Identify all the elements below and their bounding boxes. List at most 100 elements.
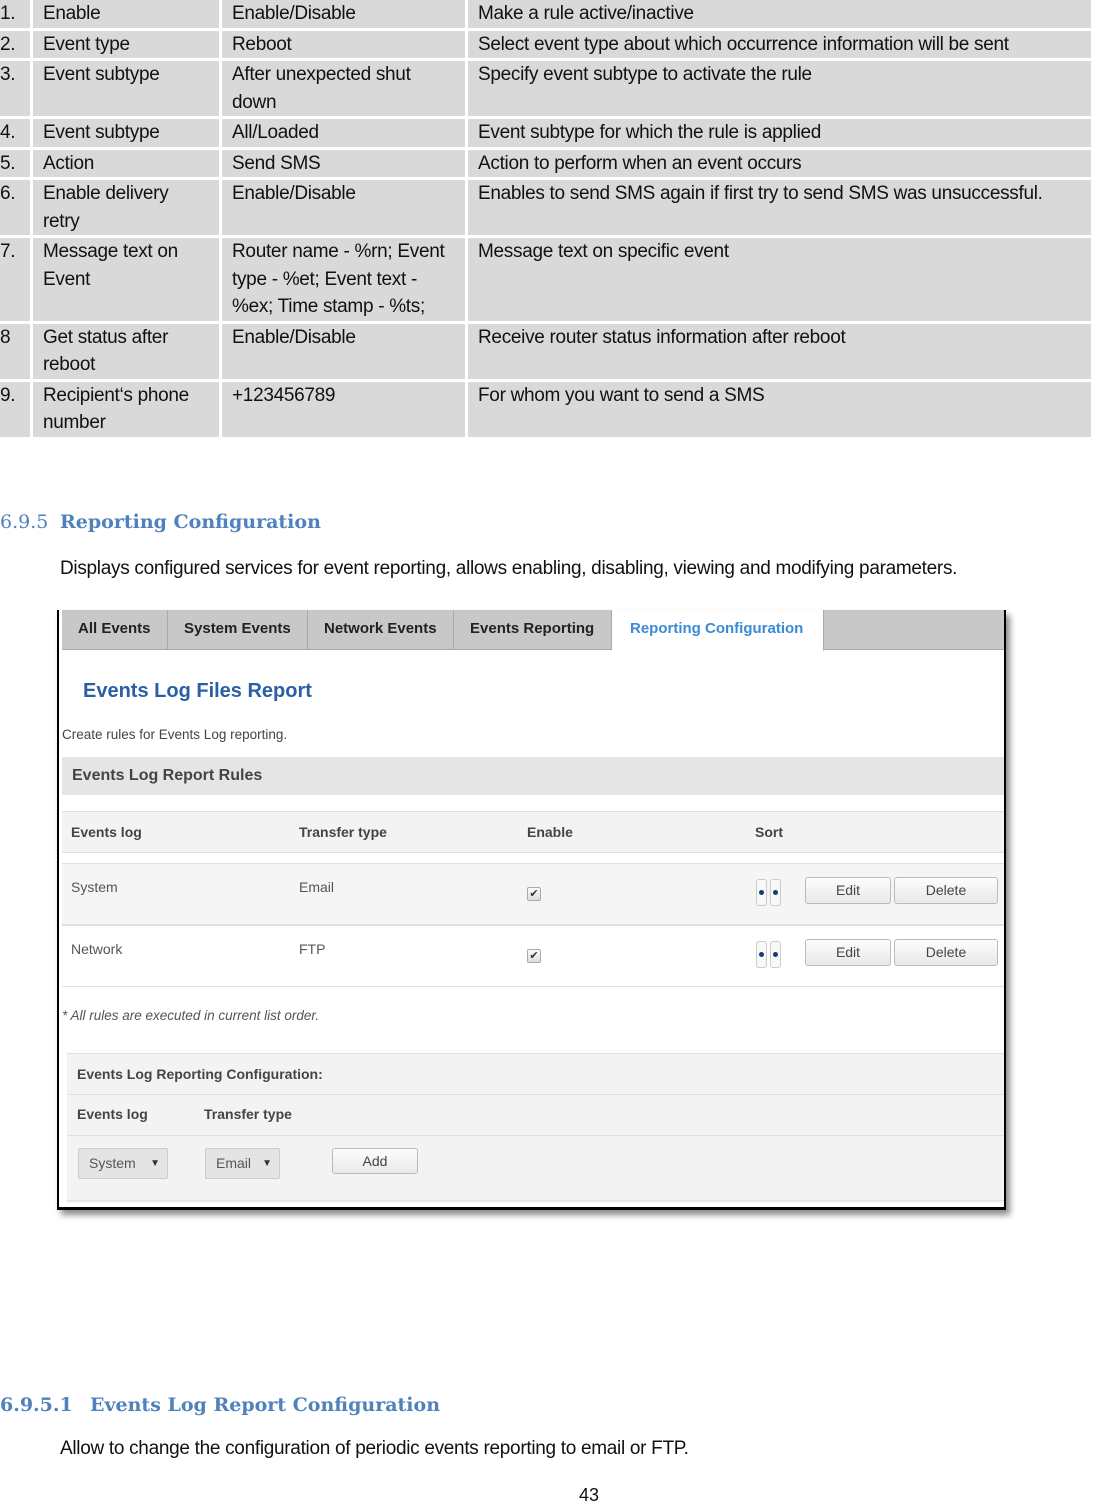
transfer-type-select[interactable]: Email ▼ (205, 1148, 280, 1179)
row-number: 6. (0, 180, 30, 235)
rules-section-title: Events Log Report Rules (62, 757, 1004, 795)
field-description: Action to perform when an event occurs (468, 149, 1091, 177)
page-title: Events Log Files Report (83, 680, 312, 702)
table-row: System Email ✔ Edit Delete (62, 863, 1004, 925)
field-name: Message text on Event (33, 238, 219, 321)
config-label-events-log: Events log (77, 1106, 148, 1122)
events-log-selected: System (89, 1155, 136, 1171)
field-name: Enable delivery retry (33, 180, 219, 235)
enable-checkbox[interactable]: ✔ (527, 949, 541, 963)
rules-table: Events log Transfer type Enable Sort Sys… (62, 811, 1004, 987)
page-description: Create rules for Events Log reporting. (62, 727, 288, 742)
order-note: * All rules are executed in current list… (62, 1008, 320, 1023)
events-log-value: Network (71, 941, 123, 957)
section-title: Reporting Configuration (60, 511, 321, 533)
column-header-sort: Sort (755, 824, 783, 840)
field-name: Action (33, 149, 219, 177)
section-heading: 6.9.5 Reporting Configuration (0, 511, 321, 533)
config-title: Events Log Reporting Configuration: (67, 1053, 1004, 1095)
field-name: Recipient‘s phone number (33, 381, 219, 437)
edit-button[interactable]: Edit (805, 877, 891, 904)
field-value: Reboot (222, 30, 465, 58)
field-name: Enable (33, 0, 219, 28)
edit-button[interactable]: Edit (805, 939, 891, 966)
row-number: 8 (0, 323, 30, 379)
section-number: 6.9.5 (0, 511, 49, 533)
tab-system-events[interactable]: System Events (168, 610, 308, 650)
field-description: Specify event subtype to activate the ru… (468, 61, 1091, 116)
events-log-value: System (71, 879, 118, 895)
table-row: 5. Action Send SMS Action to perform whe… (0, 149, 1091, 177)
delete-button[interactable]: Delete (894, 877, 998, 904)
dropdown-arrow-icon: ▼ (150, 1158, 160, 1169)
column-header-transfer-type: Transfer type (299, 824, 387, 840)
move-down-button[interactable] (770, 941, 781, 968)
table-row: 1. Enable Enable/Disable Make a rule act… (0, 0, 1091, 28)
tab-bar: All Events System Events Network Events … (62, 610, 1004, 651)
dropdown-arrow-icon: ▼ (262, 1158, 272, 1169)
tab-events-reporting[interactable]: Events Reporting (454, 610, 612, 650)
field-name: Event subtype (33, 119, 219, 147)
column-header-enable: Enable (527, 824, 573, 840)
enable-checkbox[interactable]: ✔ (527, 887, 541, 901)
events-log-select[interactable]: System ▼ (78, 1148, 168, 1179)
row-number: 4. (0, 119, 30, 147)
reporting-config-panel: Events Log Reporting Configuration: Even… (67, 1053, 1004, 1203)
transfer-type-selected: Email (216, 1155, 252, 1171)
field-value: Send SMS (222, 149, 465, 177)
tab-network-events[interactable]: Network Events (308, 610, 454, 650)
table-row: 4. Event subtype All/Loaded Event subtyp… (0, 119, 1091, 147)
row-number: 2. (0, 30, 30, 58)
row-number: 9. (0, 381, 30, 437)
field-description: Enables to send SMS again if first try t… (468, 180, 1091, 235)
field-description: Event subtype for which the rule is appl… (468, 119, 1091, 147)
field-name: Event type (33, 30, 219, 58)
row-number: 1. (0, 0, 30, 28)
subsection-heading: 6.9.5.1 Events Log Report Configuration (0, 1394, 440, 1416)
field-value: After unexpected shut down (222, 61, 465, 116)
transfer-type-value: Email (299, 879, 335, 895)
subsection-intro: Allow to change the configuration of per… (60, 1438, 689, 1459)
field-name: Get status after reboot (33, 323, 219, 379)
table-row: 3. Event subtype After unexpected shut d… (0, 61, 1091, 116)
table-row: 2. Event type Reboot Select event type a… (0, 30, 1091, 58)
table-row: 7. Message text on Event Router name - %… (0, 238, 1091, 321)
row-number: 5. (0, 149, 30, 177)
field-value: Enable/Disable (222, 180, 465, 235)
page-number: 43 (579, 1485, 600, 1505)
field-description: Receive router status information after … (468, 323, 1091, 379)
row-number: 7. (0, 238, 30, 321)
subsection-number: 6.9.5.1 (0, 1394, 73, 1416)
column-header-events-log: Events log (71, 824, 142, 840)
field-value: Enable/Disable (222, 0, 465, 28)
table-row: Network FTP ✔ Edit Delete (62, 925, 1004, 987)
field-value: Enable/Disable (222, 323, 465, 379)
table-row: 9. Recipient‘s phone number +123456789 F… (0, 381, 1091, 437)
tab-reporting-configuration[interactable]: Reporting Configuration (612, 610, 824, 651)
transfer-type-value: FTP (299, 941, 326, 957)
config-label-transfer-type: Transfer type (204, 1106, 292, 1122)
field-value: +123456789 (222, 381, 465, 437)
field-value: Router name - %rn; Event type - %et; Eve… (222, 238, 465, 321)
field-description: Select event type about which occurrence… (468, 30, 1091, 58)
move-up-button[interactable] (756, 941, 767, 968)
table-row: 8 Get status after reboot Enable/Disable… (0, 323, 1091, 379)
row-number: 3. (0, 61, 30, 116)
subsection-title: Events Log Report Configuration (90, 1394, 441, 1416)
field-description: For whom you want to send a SMS (468, 381, 1091, 437)
field-value: All/Loaded (222, 119, 465, 147)
field-description: Make a rule active/inactive (468, 0, 1091, 28)
field-name: Event subtype (33, 61, 219, 116)
move-down-button[interactable] (770, 879, 781, 906)
ui-screenshot: All Events System Events Network Events … (57, 610, 1006, 1210)
parameter-table: 1. Enable Enable/Disable Make a rule act… (0, 0, 1094, 440)
spacer (62, 853, 1004, 863)
move-up-button[interactable] (756, 879, 767, 906)
delete-button[interactable]: Delete (894, 939, 998, 966)
add-button[interactable]: Add (332, 1148, 418, 1174)
table-row: 6. Enable delivery retry Enable/Disable … (0, 180, 1091, 235)
divider (67, 1135, 1004, 1136)
tab-all-events[interactable]: All Events (62, 610, 168, 650)
field-description: Message text on specific event (468, 238, 1091, 321)
rules-table-header: Events log Transfer type Enable Sort (62, 811, 1004, 853)
